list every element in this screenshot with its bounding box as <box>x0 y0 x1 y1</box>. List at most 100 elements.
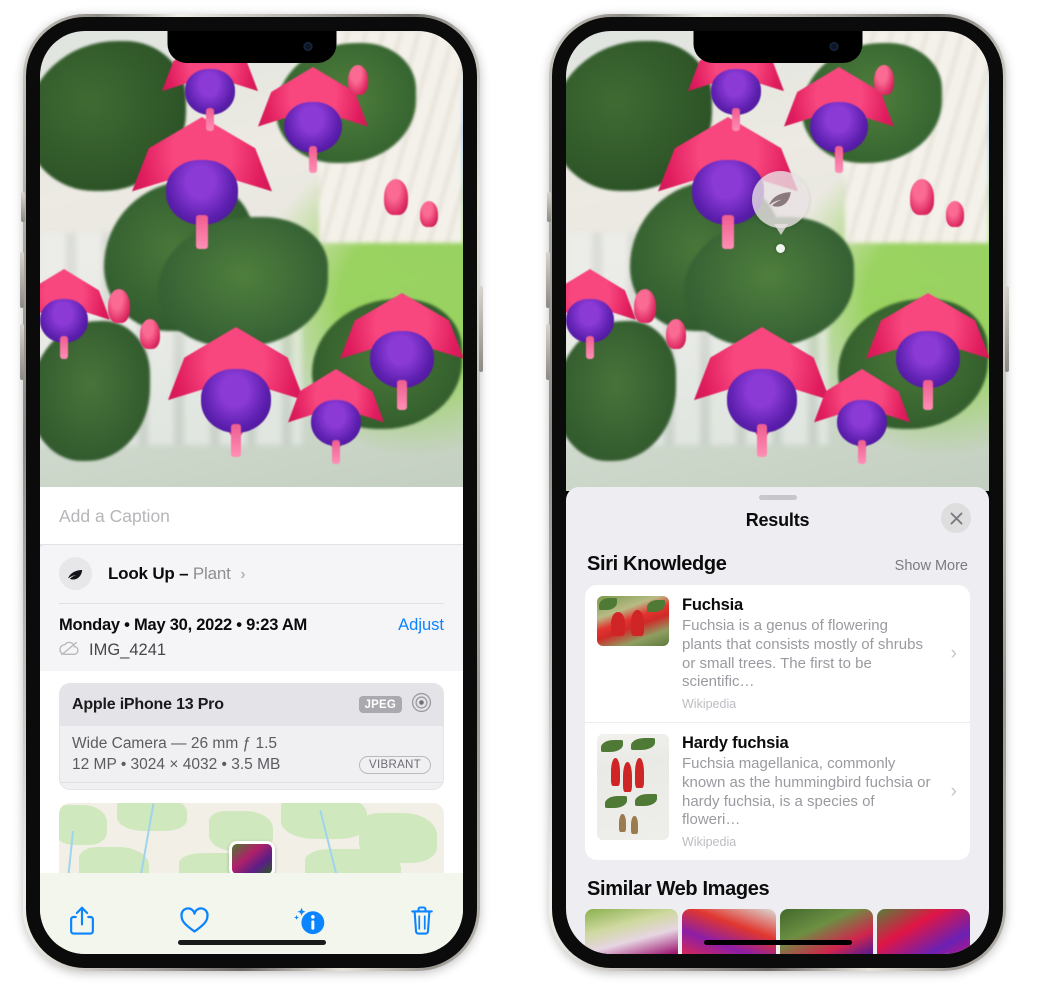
sheet-title: Results <box>745 510 810 530</box>
front-camera-icon <box>303 42 312 51</box>
chevron-right-icon: › <box>950 642 957 664</box>
cloud-off-icon <box>59 641 80 661</box>
chevron-right-icon: › <box>240 565 246 583</box>
power-button[interactable] <box>1005 286 1009 372</box>
image-specs: 12 MP • 3024 × 4032 • 3.5 MB <box>72 755 281 773</box>
results-header: Results <box>566 500 989 535</box>
photo-bud <box>420 201 438 227</box>
sparkle-icon: ✦ <box>40 538 44 555</box>
map-green-area <box>59 804 107 845</box>
similar-image-thumbnail[interactable] <box>682 909 776 954</box>
photo-viewer-right[interactable] <box>566 31 989 491</box>
photo-flower <box>288 369 384 464</box>
camera-info-card[interactable]: Apple iPhone 13 Pro JPEG Wide Camera — 2… <box>59 682 444 790</box>
result-description: Fuchsia magellanica, commonly known as t… <box>682 755 931 829</box>
section-title-siri-knowledge: Siri Knowledge <box>587 553 727 575</box>
front-camera-icon <box>829 42 838 51</box>
home-indicator[interactable] <box>177 940 326 945</box>
iphone-right-visual-lookup-results: Results Siri Knowledge Show More Fuchsia… <box>546 14 1009 971</box>
chevron-right-icon: › <box>950 780 957 802</box>
result-source: Wikipedia <box>682 835 737 849</box>
camera-header-badges: JPEG <box>358 692 432 718</box>
photo-flower <box>168 327 304 457</box>
siri-knowledge-card: Fuchsia Fuchsia is a genus of flowering … <box>585 585 970 860</box>
similar-image-thumbnail[interactable] <box>779 909 873 954</box>
photo-bud <box>140 319 160 349</box>
exif-row: ISO 50 | 26 mm | 0 ev | ƒ1.5 | 1/181 s <box>60 781 443 789</box>
badge-pointer <box>773 224 788 235</box>
iphone-left-photos-info: Add a Caption ✦ ✦ Look Up – Plant › <box>20 14 483 971</box>
silent-switch[interactable] <box>547 192 551 222</box>
photo-flower <box>566 269 636 360</box>
camera-model: Apple iPhone 13 Pro <box>72 695 224 713</box>
format-badge: JPEG <box>358 696 402 713</box>
specs-row: 12 MP • 3024 × 4032 • 3.5 MB VIBRANT <box>72 755 431 774</box>
notch <box>693 31 862 63</box>
look-up-row[interactable]: ✦ ✦ Look Up – Plant › <box>40 538 463 603</box>
look-up-subject: Plant <box>192 563 231 583</box>
photo-bud <box>946 201 964 227</box>
camera-card-body: Wide Camera — 26 mm ƒ 1.5 12 MP • 3024 ×… <box>60 726 443 782</box>
caption-placeholder-text: Add a Caption <box>59 506 170 526</box>
siri-knowledge-header: Siri Knowledge Show More <box>566 535 989 585</box>
volume-up-button[interactable] <box>546 252 550 308</box>
heart-icon[interactable] <box>179 906 210 935</box>
photo-info-sheet: Add a Caption ✦ ✦ Look Up – Plant › <box>40 487 463 954</box>
volume-up-button[interactable] <box>20 252 24 308</box>
volume-down-button[interactable] <box>20 324 24 380</box>
map-photo-pin[interactable] <box>228 841 275 874</box>
photo-viewer-left[interactable] <box>40 31 463 491</box>
photo-bud <box>666 319 686 349</box>
leaf-icon <box>59 557 92 590</box>
home-indicator[interactable] <box>703 940 852 945</box>
date-row: Monday • May 30, 2022 • 9:23 AM Adjust <box>59 616 444 635</box>
volume-down-button[interactable] <box>546 324 550 380</box>
file-name: IMG_4241 <box>89 641 167 659</box>
screenshot-canvas: Add a Caption ✦ ✦ Look Up – Plant › <box>0 0 1055 985</box>
metadata-block: Monday • May 30, 2022 • 9:23 AM Adjust I… <box>40 603 463 671</box>
look-up-text: Look Up – <box>108 563 189 583</box>
result-description: Fuchsia is a genus of flowering plants t… <box>682 617 923 691</box>
similar-web-images-strip[interactable] <box>585 909 970 954</box>
result-source: Wikipedia <box>682 697 737 711</box>
visual-lookup-anchor-dot <box>776 244 785 253</box>
result-title: Hardy fuchsia <box>682 734 789 752</box>
photo-bud <box>874 65 894 95</box>
file-row: IMG_4241 <box>59 641 444 661</box>
phone-screen-right: Results Siri Knowledge Show More Fuchsia… <box>566 31 989 954</box>
visual-lookup-leaf-badge[interactable] <box>752 171 809 235</box>
trash-icon[interactable] <box>409 905 435 936</box>
photo-bud <box>348 65 368 95</box>
share-icon[interactable] <box>68 905 96 937</box>
list-item[interactable]: Fuchsia Fuchsia is a genus of flowering … <box>585 585 970 722</box>
show-more-button[interactable]: Show More <box>895 558 968 574</box>
similar-web-images-header: Similar Web Images <box>566 860 989 909</box>
photo-bud <box>910 179 934 215</box>
list-item[interactable]: Hardy fuchsia Fuchsia magellanica, commo… <box>585 722 970 860</box>
similar-image-thumbnail[interactable] <box>585 909 679 954</box>
map-green-area <box>79 846 149 874</box>
silent-switch[interactable] <box>21 192 25 222</box>
section-title-similar-web-images: Similar Web Images <box>587 878 770 900</box>
result-title: Fuchsia <box>682 596 743 614</box>
photo-bud <box>108 289 130 323</box>
result-thumbnail <box>597 734 669 840</box>
similar-image-thumbnail[interactable] <box>876 909 970 954</box>
aperture-icon <box>411 692 432 718</box>
power-button[interactable] <box>479 286 483 372</box>
adjust-button[interactable]: Adjust <box>398 616 444 635</box>
photo-bud <box>634 289 656 323</box>
leaf-icon <box>766 183 795 217</box>
results-sheet: Results Siri Knowledge Show More Fuchsia… <box>566 487 989 954</box>
location-map[interactable] <box>59 802 444 874</box>
lens-info: Wide Camera — 26 mm ƒ 1.5 <box>72 734 278 752</box>
camera-card-header: Apple iPhone 13 Pro JPEG <box>60 683 443 726</box>
result-thumbnail <box>597 596 669 646</box>
result-text: Hardy fuchsia Fuchsia magellanica, commo… <box>669 734 958 849</box>
caption-input[interactable]: Add a Caption <box>40 487 463 544</box>
photographic-style-badge: VIBRANT <box>359 755 431 774</box>
info-icon[interactable] <box>293 906 326 936</box>
look-up-label: Look Up – Plant › <box>108 563 246 584</box>
close-icon[interactable] <box>941 503 971 533</box>
divider <box>59 603 444 604</box>
